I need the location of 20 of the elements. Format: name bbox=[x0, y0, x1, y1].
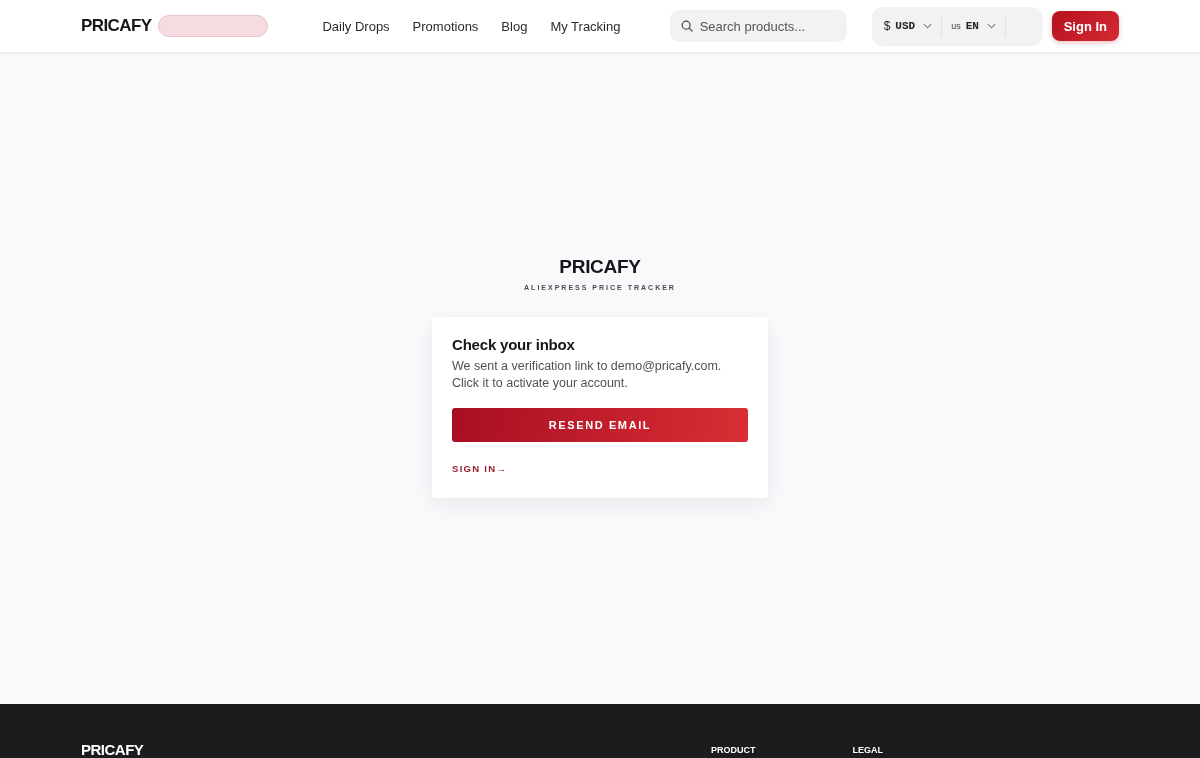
sign-in-link[interactable]: SIGN IN→ bbox=[452, 463, 508, 474]
footer-logo: PRICAFY bbox=[81, 742, 144, 757]
card-title: Check your inbox bbox=[452, 336, 576, 353]
nav-link[interactable]: My Tracking bbox=[550, 18, 621, 34]
search-icon bbox=[680, 20, 693, 32]
currency-selector[interactable]: $ USD bbox=[881, 17, 935, 35]
chevron-down-icon bbox=[986, 23, 996, 29]
nav-link[interactable]: Daily Drops bbox=[322, 18, 390, 34]
nav-link[interactable]: Promotions bbox=[412, 18, 479, 34]
language-selector[interactable]: us EN bbox=[949, 18, 998, 34]
footer-heading: PRODUCT bbox=[711, 745, 756, 755]
brand-title: PRICAFY bbox=[559, 256, 641, 278]
card-message: We sent a verification link to demo@pricafy.com. Click it to activate your account. bbox=[452, 358, 723, 392]
logo-text[interactable]: PRICAFY bbox=[81, 16, 152, 36]
sign-in-button[interactable]: Sign In bbox=[1051, 11, 1119, 41]
resend-email-button[interactable]: RESEND EMAIL bbox=[452, 408, 748, 442]
chevron-down-icon bbox=[923, 23, 933, 29]
search-field[interactable]: Search products... bbox=[669, 10, 847, 42]
footer-heading: LEGAL bbox=[852, 745, 883, 755]
nav-link[interactable]: Blog bbox=[501, 18, 528, 34]
